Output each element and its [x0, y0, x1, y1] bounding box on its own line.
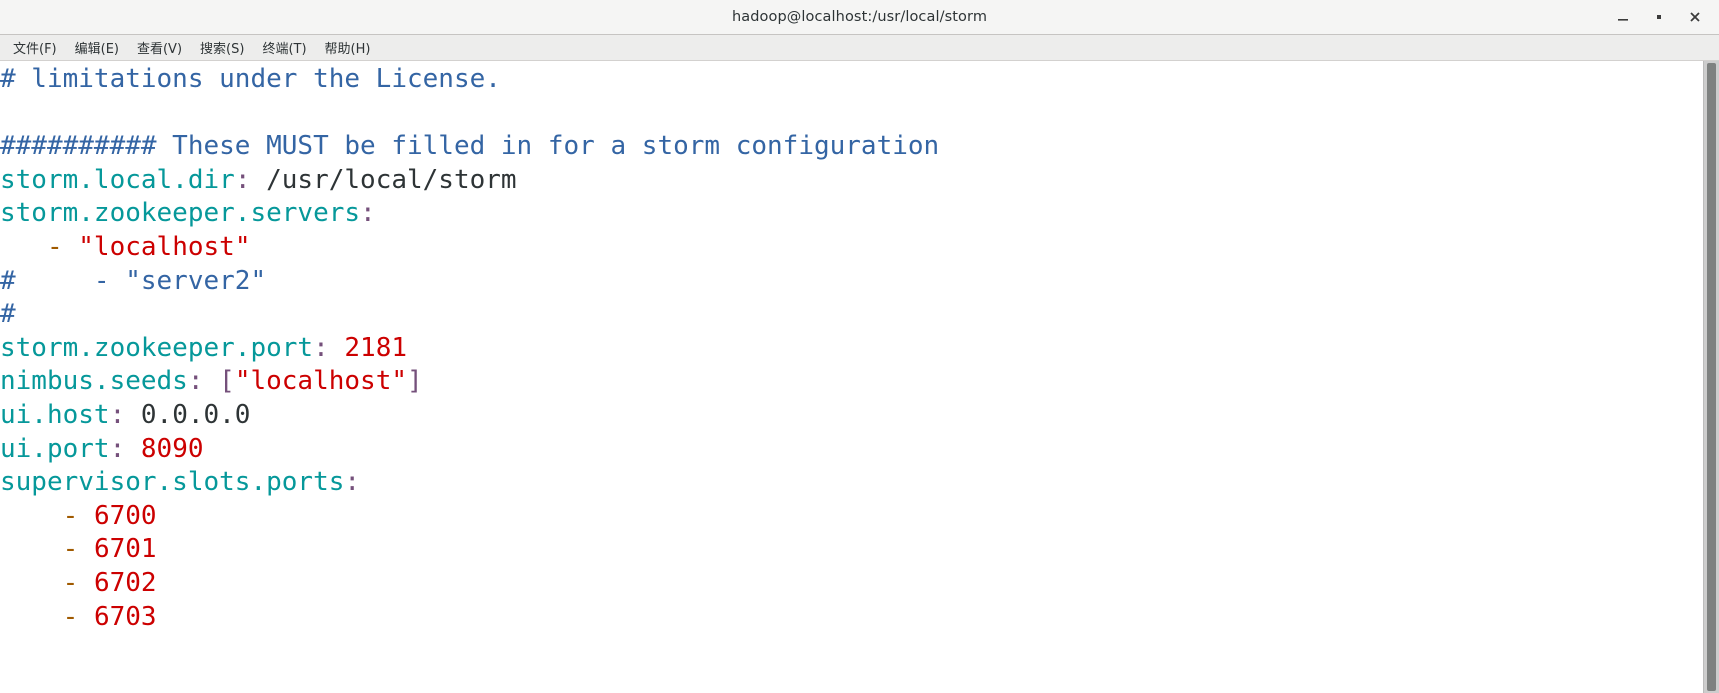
line-port-6702: - 6702 [0, 567, 1703, 601]
window-controls [1605, 0, 1713, 34]
text-span [78, 501, 94, 531]
text-span: # - "server2" [0, 265, 267, 296]
text-span: # limitations under the License. [0, 64, 501, 94]
text-span: : [109, 433, 126, 464]
menu-item-help[interactable]: 帮助(H) [316, 36, 380, 60]
line-comment-hash: # [0, 298, 1703, 332]
text-span: supervisor.slots.ports [0, 467, 345, 498]
line-port-6703: - 6703 [0, 601, 1703, 635]
line-port-6701: - 6701 [0, 533, 1703, 567]
text-span [78, 534, 94, 564]
text-span: ui.host [0, 399, 110, 430]
line-ui-host: ui.host: 0.0.0.0 [0, 399, 1703, 433]
text-span: # [0, 299, 16, 330]
text-span: [ [219, 366, 235, 397]
text-span [78, 568, 94, 598]
menu-item-terminal[interactable]: 终端(T) [253, 36, 315, 60]
text-span [204, 366, 220, 396]
text-span: 6702 [93, 567, 157, 598]
text-span: 6701 [93, 534, 157, 565]
text-span: - [62, 567, 79, 598]
terminal-output[interactable]: # limitations under the License. ########… [0, 61, 1703, 693]
text-span [125, 434, 141, 464]
menu-bar: 文件(F) 编辑(E) 查看(V) 搜索(S) 终端(T) 帮助(H) [0, 35, 1719, 61]
line-storm-local-dir: storm.local.dir: /usr/local/storm [0, 164, 1703, 198]
vertical-scrollbar[interactable] [1703, 61, 1719, 693]
text-span: storm.local.dir [0, 164, 235, 195]
text-span: 2181 [344, 332, 408, 363]
text-span: : [360, 198, 376, 229]
menu-item-edit[interactable]: 编辑(E) [66, 36, 128, 60]
text-span [78, 602, 94, 632]
text-span [0, 501, 63, 531]
text-span: : [109, 399, 126, 430]
text-span: "localhost" [78, 231, 251, 262]
title-bar[interactable]: hadoop@localhost:/usr/local/storm [0, 0, 1719, 35]
text-span: storm.zookeeper.port [0, 332, 314, 363]
text-span: ] [407, 366, 423, 397]
line-ui-port: ui.port: 8090 [0, 433, 1703, 467]
menu-item-view[interactable]: 查看(V) [128, 36, 191, 60]
text-span: : [344, 467, 361, 498]
text-span [329, 333, 345, 363]
text-span: 6700 [93, 500, 157, 531]
text-span: ui.port [0, 433, 110, 464]
scrollbar-thumb[interactable] [1707, 63, 1716, 691]
text-span [0, 602, 63, 632]
text-span: : [187, 366, 204, 397]
line-nimbus-seeds: nimbus.seeds: ["localhost"] [0, 365, 1703, 399]
text-span: - [62, 534, 79, 565]
line-blank-1 [0, 97, 1703, 131]
line-storm-zookeeper-port: storm.zookeeper.port: 2181 [0, 332, 1703, 366]
menu-item-file[interactable]: 文件(F) [4, 36, 66, 60]
text-span: "localhost" [234, 366, 407, 397]
line-supervisor-slots-ports: supervisor.slots.ports: [0, 466, 1703, 500]
text-span: : [313, 332, 329, 363]
text-span [0, 232, 47, 262]
text-span: - [46, 231, 63, 262]
close-icon[interactable] [1677, 2, 1713, 32]
text-span [0, 534, 63, 564]
menu-item-search[interactable]: 搜索(S) [191, 36, 253, 60]
text-span [0, 568, 63, 598]
text-span: storm.zookeeper.servers [0, 198, 361, 229]
line-comment-server2: # - "server2" [0, 265, 1703, 299]
text-span: 8090 [140, 433, 204, 464]
maximize-icon[interactable] [1641, 2, 1677, 32]
text-span: : [234, 164, 251, 195]
text-span: ########## These MUST be filled in for a… [0, 131, 940, 162]
line-storm-zookeeper-servers: storm.zookeeper.servers: [0, 197, 1703, 231]
window-title: hadoop@localhost:/usr/local/storm [731, 9, 988, 25]
line-server-localhost: - "localhost" [0, 231, 1703, 265]
terminal-window: hadoop@localhost:/usr/local/storm 文件(F) … [0, 0, 1719, 693]
text-span: /usr/local/storm [250, 164, 517, 195]
text-span: 6703 [93, 601, 157, 632]
line-port-6700: - 6700 [0, 500, 1703, 534]
line-comment-these-must: ########## These MUST be filled in for a… [0, 130, 1703, 164]
text-span: 0.0.0.0 [125, 399, 251, 430]
text-span: - [62, 601, 79, 632]
line-comment-limitations: # limitations under the License. [0, 63, 1703, 97]
terminal-area: # limitations under the License. ########… [0, 61, 1719, 693]
minimize-icon[interactable] [1605, 2, 1641, 32]
text-span: nimbus.seeds [0, 366, 188, 397]
text-span [63, 232, 79, 262]
text-span: - [62, 500, 79, 531]
